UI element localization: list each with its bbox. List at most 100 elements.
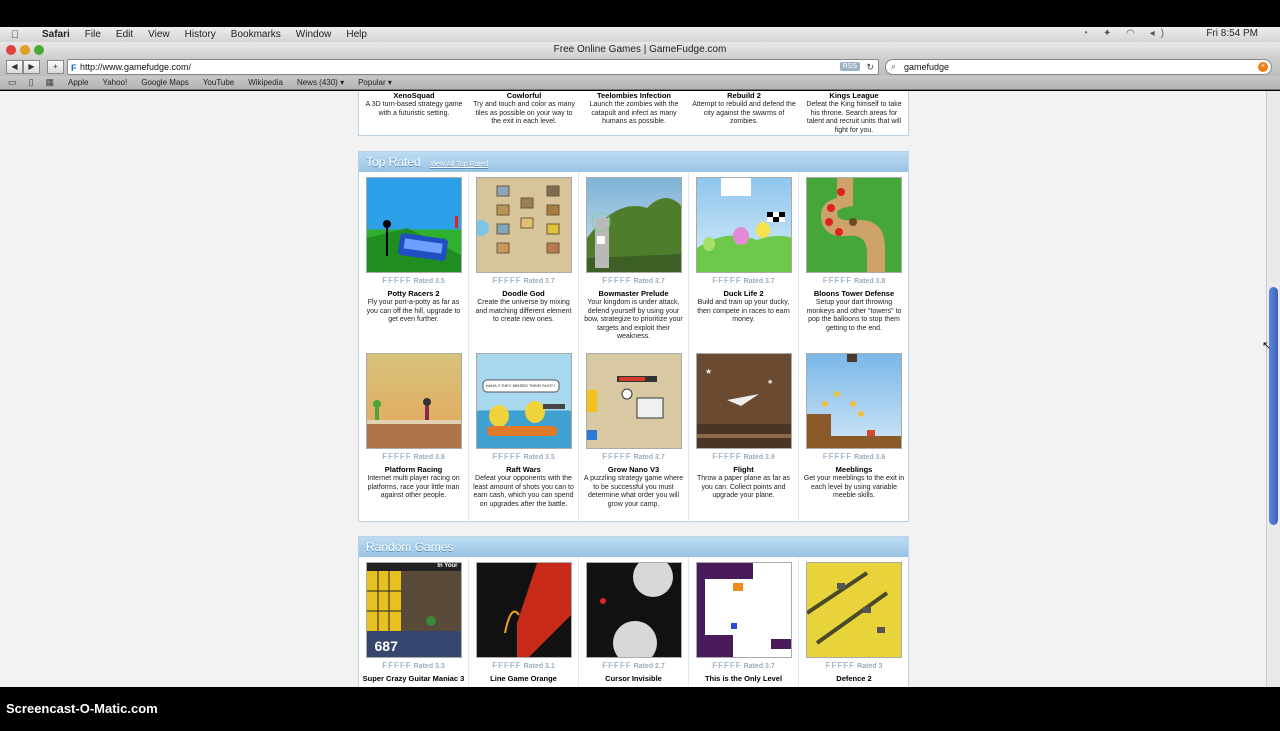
game-name[interactable]: Flight xyxy=(689,465,798,474)
grow-nano-thumbnail[interactable] xyxy=(585,353,682,449)
game-description: Attempt to rebuild and defend the city a… xyxy=(692,101,796,125)
bookmark-yahoo[interactable]: Yahoo! xyxy=(102,78,127,87)
game-cell[interactable]: Kings League Defeat the King himself to … xyxy=(799,91,909,135)
game-card[interactable]: FFFFF Rated 3.9 Platform Racing Internet … xyxy=(359,348,469,524)
platform-racing-thumbnail[interactable] xyxy=(365,353,462,449)
flight-thumbnail[interactable]: ★ ★ xyxy=(695,353,792,449)
game-cell[interactable]: Cowlorful Try and touch and color as man… xyxy=(469,91,579,127)
reading-list-icon[interactable]: ▭ xyxy=(8,77,17,88)
forward-button[interactable]: ▶ xyxy=(23,60,40,74)
defence-2-thumbnail[interactable] xyxy=(806,562,902,658)
meeblings-thumbnail[interactable] xyxy=(806,353,902,449)
bookmark-youtube[interactable]: YouTube xyxy=(203,78,234,87)
game-name[interactable]: This is the Only Level xyxy=(689,674,798,683)
game-name[interactable]: Cursor Invisible xyxy=(579,674,688,683)
bookmark-apple[interactable]: Apple xyxy=(68,78,88,87)
bookmark-wikipedia[interactable]: Wikipedia xyxy=(248,78,283,87)
game-card[interactable]: FFFFF Rated 3 Defence 2 xyxy=(799,557,909,687)
search-text: gamefudge xyxy=(904,62,950,72)
rating-stars: FFFFF xyxy=(602,661,632,670)
add-bookmark-button[interactable]: + xyxy=(47,60,64,74)
game-card[interactable]: FFFFF Rated 3.7 Duck Life 2 Build and tra… xyxy=(689,172,799,348)
rating-value: Rated 3.7 xyxy=(523,278,555,285)
menu-history[interactable]: History xyxy=(185,29,216,40)
bookmark-news[interactable]: News (430) ▾ xyxy=(297,78,344,87)
game-card[interactable]: FFFFF Rated 3.8 Bloons Tower Defense Setu… xyxy=(799,172,909,348)
address-bar[interactable]: F http://www.gamefudge.com/ RSS ↻ xyxy=(67,59,879,75)
game-name[interactable]: Platform Racing xyxy=(359,465,468,474)
game-card[interactable]: FFFFF Rated 3.7 Bowmaster Prelude Your ki… xyxy=(579,172,689,348)
game-card[interactable]: In Your 687 FFFFF Rated 3.3 Super Crazy G… xyxy=(359,557,469,687)
section-title: Top Rated xyxy=(366,155,421,169)
game-name[interactable]: Meeblings xyxy=(799,465,909,474)
game-name[interactable]: Teelombies Infection xyxy=(579,91,689,100)
top-sites-grid-icon[interactable]: ▦ xyxy=(45,77,54,88)
game-name[interactable]: Super Crazy Guitar Maniac 3 xyxy=(359,674,468,683)
game-name[interactable]: Bloons Tower Defense xyxy=(799,289,909,298)
search-field[interactable]: ⌕ gamefudge × xyxy=(885,59,1272,75)
bloons-td-thumbnail[interactable] xyxy=(806,177,902,273)
game-cell[interactable]: Rebuild 2 Attempt to rebuild and defend … xyxy=(689,91,799,127)
game-name[interactable]: Bowmaster Prelude xyxy=(579,289,688,298)
close-window-button[interactable] xyxy=(6,45,16,55)
menu-window[interactable]: Window xyxy=(296,29,332,40)
menu-file[interactable]: File xyxy=(85,29,101,40)
game-name[interactable]: Defence 2 xyxy=(799,674,909,683)
line-game-orange-thumbnail[interactable] xyxy=(475,562,572,658)
vertical-scrollbar[interactable] xyxy=(1266,91,1280,687)
back-button[interactable]: ◀ xyxy=(6,60,23,74)
game-name[interactable]: Raft Wars xyxy=(469,465,578,474)
minimize-window-button[interactable] xyxy=(20,45,30,55)
menubar-clock[interactable]: Fri 8:54 PM xyxy=(1206,28,1258,39)
bowmaster-thumbnail[interactable] xyxy=(585,177,682,273)
game-cell[interactable]: Teelombies Infection Launch the zombies … xyxy=(579,91,689,127)
game-card[interactable]: ★ ★ FFFFF Rated 3.9 Flight Throw a paper … xyxy=(689,348,799,524)
top-rated-header: Top Rated View All Top Rated xyxy=(359,152,908,172)
game-name[interactable]: Rebuild 2 xyxy=(689,91,799,100)
raft-wars-thumbnail[interactable]: HAHA !! THEY MISSED THEIR SHOT ! xyxy=(475,353,572,449)
game-card[interactable]: FFFFF Rated 3.1 Line Game Orange xyxy=(469,557,579,687)
guitar-maniac-thumbnail[interactable]: In Your 687 xyxy=(365,562,462,658)
game-card[interactable]: FFFFF Rated 3.6 Meeblings Get your meebli… xyxy=(799,348,909,524)
game-description: Defeat your opponents with the least amo… xyxy=(473,475,574,508)
menu-view[interactable]: View xyxy=(148,29,170,40)
zoom-window-button[interactable] xyxy=(34,45,44,55)
menu-edit[interactable]: Edit xyxy=(116,29,133,40)
scrollbar-thumb[interactable] xyxy=(1269,287,1278,525)
potty-racers-thumbnail[interactable] xyxy=(365,177,462,273)
game-name[interactable]: Grow Nano V3 xyxy=(579,465,688,474)
menu-help[interactable]: Help xyxy=(346,29,367,40)
game-card[interactable]: FFFFF Rated 3.7 Doodle God Create the uni… xyxy=(469,172,579,348)
game-description: Get your meeblings to the exit in each l… xyxy=(803,475,905,499)
game-card[interactable]: FFFFF Rated 2.7 Cursor Invisible xyxy=(579,557,689,687)
game-card[interactable]: HAHA !! THEY MISSED THEIR SHOT ! FFFFF Ra… xyxy=(469,348,579,524)
book-icon[interactable]: ▯ xyxy=(29,77,34,88)
bookmark-popular[interactable]: Popular ▾ xyxy=(358,78,392,87)
status-icons[interactable]: ◔ ✦ ◠ ◂) xyxy=(1082,28,1170,39)
game-card[interactable]: FFFFF Rated 3.7 Grow Nano V3 A puzzling s… xyxy=(579,348,689,524)
menu-safari[interactable]: Safari xyxy=(42,29,70,40)
game-name[interactable]: Cowlorful xyxy=(469,91,579,100)
doodle-god-thumbnail[interactable] xyxy=(475,177,572,273)
bookmark-google-maps[interactable]: Google Maps xyxy=(141,78,189,87)
apple-icon[interactable]:  xyxy=(8,29,22,41)
game-cell[interactable]: XenoSquad A 3D turn-based strategy game … xyxy=(359,91,469,118)
rss-button[interactable]: RSS xyxy=(839,62,860,71)
menu-bookmarks[interactable]: Bookmarks xyxy=(231,29,281,40)
only-level-thumbnail[interactable] xyxy=(695,562,792,658)
reload-icon[interactable]: ↻ xyxy=(866,60,874,74)
game-card[interactable]: FFFFF Rated 3.7 This is the Only Level xyxy=(689,557,799,687)
game-name[interactable]: Doodle God xyxy=(469,289,578,298)
game-name[interactable]: Kings League xyxy=(799,91,909,100)
game-name[interactable]: Potty Racers 2 xyxy=(359,289,468,298)
cursor-invisible-thumbnail[interactable] xyxy=(585,562,682,658)
view-all-top-rated-link[interactable]: View All Top Rated xyxy=(430,161,488,168)
rating-stars: FFFFF xyxy=(602,452,632,461)
game-name[interactable]: Duck Life 2 xyxy=(689,289,798,298)
duck-life-thumbnail[interactable] xyxy=(695,177,792,273)
clear-search-icon[interactable]: × xyxy=(1258,62,1268,72)
game-name[interactable]: Line Game Orange xyxy=(469,674,578,683)
game-card[interactable]: FFFFF Rated 3.5 Potty Racers 2 Fly your p… xyxy=(359,172,469,348)
star-rating: FFFFF Rated 3.7 xyxy=(579,452,688,461)
game-name[interactable]: XenoSquad xyxy=(359,91,469,100)
